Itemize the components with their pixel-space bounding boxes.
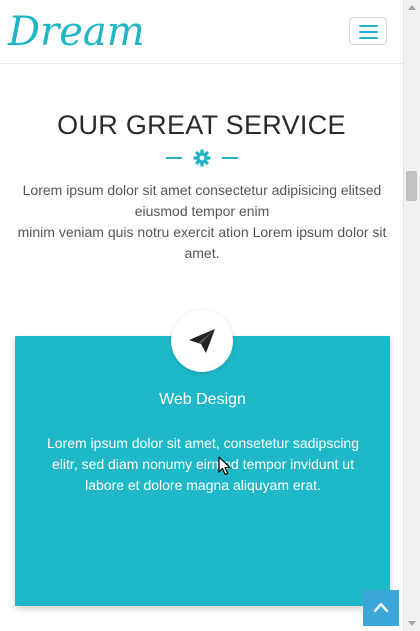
title-divider: [166, 148, 238, 168]
section-intro: Lorem ipsum dolor sit amet consectetur a…: [8, 180, 396, 264]
service-card-icon-circle: [171, 310, 233, 372]
page: Dream OUR GREAT SERVICE Lorem ipsum dolo…: [0, 0, 403, 631]
service-card-text: Lorem ipsum dolor sit amet, consetetur s…: [46, 435, 360, 493]
divider-line-left: [166, 157, 182, 159]
scroll-up-arrow-icon[interactable]: [408, 5, 416, 10]
menu-toggle-button[interactable]: [349, 17, 387, 45]
section-title: OUR GREAT SERVICE: [57, 110, 346, 140]
service-card-title: Web Design: [159, 391, 246, 408]
vertical-scrollbar[interactable]: [403, 0, 420, 631]
divider-line-right: [222, 157, 238, 159]
back-to-top-button[interactable]: [363, 590, 399, 626]
intro-line-1: Lorem ipsum dolor sit amet consectetur a…: [22, 182, 382, 219]
scrollbar-thumb[interactable]: [406, 171, 417, 201]
navbar: Dream: [0, 0, 403, 64]
scroll-down-arrow-icon[interactable]: [408, 621, 416, 626]
intro-line-2: minim veniam quis notru exercit ation Lo…: [17, 224, 387, 261]
brand-logo[interactable]: Dream: [8, 6, 145, 58]
